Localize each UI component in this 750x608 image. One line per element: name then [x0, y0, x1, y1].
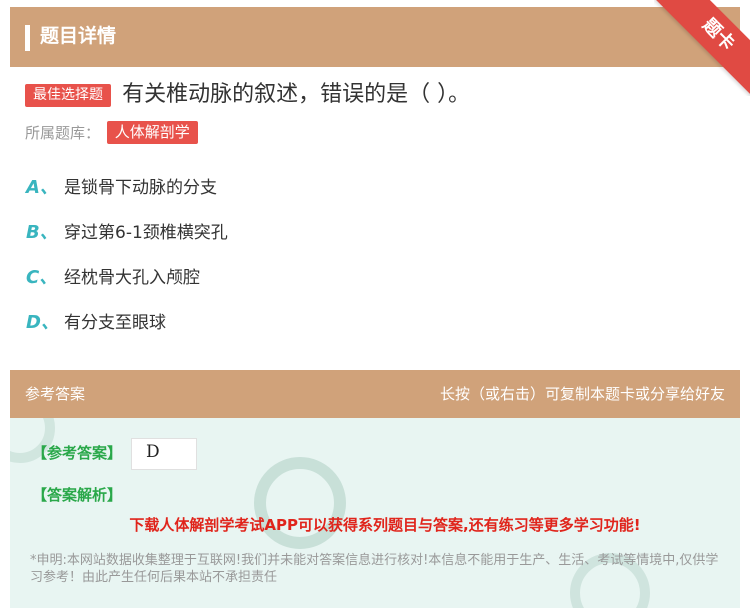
option-text: 穿过第6-1颈椎横突孔 — [64, 223, 228, 243]
answer-header: 参考答案 长按（或右击）可复制本题卡或分享给好友 — [10, 370, 740, 418]
library-tag[interactable]: 人体解剖学 — [106, 121, 198, 144]
option-text: 有分支至眼球 — [64, 313, 166, 333]
option-letter: B、 — [26, 222, 58, 243]
library-label: 所属题库： — [25, 124, 101, 142]
option-letter: A、 — [26, 177, 58, 198]
question-row: 最佳选择题 有关椎动脉的叙述，错误的是（ ）。 — [25, 80, 470, 110]
header-accent-bar — [25, 25, 30, 51]
answer-value: D — [146, 442, 160, 462]
option-text: 是锁骨下动脉的分支 — [64, 178, 217, 198]
header-title: 题目详情 — [40, 25, 117, 47]
corner-ribbon-label: 题卡 — [655, 0, 750, 96]
disclaimer-text: *申明:本网站数据收集整理于互联网!我们并未能对答案信息进行核对!本信息不能用于… — [30, 553, 719, 585]
option-b[interactable]: B、 穿过第6-1颈椎横突孔 — [26, 219, 228, 247]
option-c[interactable]: C、 经枕骨大孔入颅腔 — [26, 264, 200, 292]
question-type-tag: 最佳选择题 — [25, 83, 111, 107]
option-letter: C、 — [26, 267, 58, 288]
library-row: 所属题库： 人体解剖学 — [25, 121, 198, 145]
card-corner-ribbon: 题卡 — [654, 0, 750, 96]
answer-image: D — [131, 438, 197, 470]
detail-header: 题目详情 — [10, 7, 740, 67]
option-a[interactable]: A、 是锁骨下动脉的分支 — [26, 174, 217, 202]
question-text: 有关椎动脉的叙述，错误的是（ ）。 — [122, 82, 471, 107]
option-letter: D、 — [26, 312, 59, 333]
app-promo-link[interactable]: 下载人体解剖学考试APP可以获得系列题目与答案,还有练习等更多学习功能! — [10, 514, 740, 535]
analysis-label: 【答案解析】 — [32, 486, 123, 504]
answer-label: 【参考答案】 — [32, 444, 123, 462]
option-text: 经枕骨大孔入颅腔 — [64, 268, 200, 288]
share-hint: 长按（或右击）可复制本题卡或分享给好友 — [439, 385, 725, 403]
option-d[interactable]: D、 有分支至眼球 — [26, 309, 166, 337]
answer-section-title: 参考答案 — [25, 385, 86, 403]
answer-body: 【参考答案】 D 【答案解析】 下载人体解剖学考试APP可以获得系列题目与答案,… — [10, 418, 740, 608]
